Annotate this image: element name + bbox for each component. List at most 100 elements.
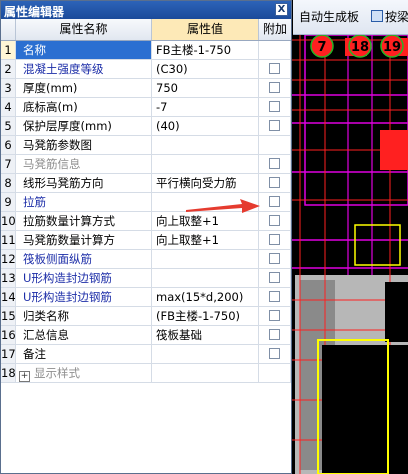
- attach-checkbox[interactable]: [269, 310, 280, 321]
- property-row[interactable]: 5 保护层厚度(mm) (40): [1, 117, 291, 136]
- attach-checkbox[interactable]: [269, 291, 280, 302]
- beam-icon: [371, 10, 383, 22]
- property-value[interactable]: [152, 250, 259, 268]
- property-name[interactable]: 名称: [16, 41, 152, 59]
- property-name[interactable]: 底标高(m): [16, 98, 152, 116]
- property-row[interactable]: 2 混凝土强度等级 (C30): [1, 60, 291, 79]
- property-value[interactable]: [152, 364, 259, 382]
- auto-generate-slab-button[interactable]: 自动生成板: [299, 8, 359, 25]
- property-row[interactable]: 17 备注: [1, 345, 291, 364]
- row-number: 12: [1, 250, 16, 268]
- property-row[interactable]: 6 马凳筋参数图: [1, 136, 291, 155]
- property-name[interactable]: 马凳筋信息: [16, 155, 152, 173]
- property-name[interactable]: 混凝土强度等级: [16, 60, 152, 78]
- attach-cell: [259, 231, 291, 249]
- property-value[interactable]: 筏板基础: [152, 326, 259, 344]
- property-name-label: 马凳筋数量计算方: [23, 233, 115, 247]
- attach-cell: [259, 250, 291, 268]
- property-name[interactable]: 拉筋数量计算方式: [16, 212, 152, 230]
- attach-cell: [259, 364, 291, 382]
- property-name[interactable]: U形构造封边钢筋: [16, 288, 152, 306]
- property-row[interactable]: 11 马凳筋数量计算方 向上取整+1: [1, 231, 291, 250]
- property-value[interactable]: [152, 345, 259, 363]
- row-number: 11: [1, 231, 16, 249]
- property-value[interactable]: max(15*d,200): [152, 288, 259, 306]
- property-value[interactable]: [152, 136, 259, 154]
- property-name[interactable]: 筏板侧面纵筋: [16, 250, 152, 268]
- property-name-label: U形构造封边钢筋: [23, 271, 112, 285]
- property-value[interactable]: 向上取整+1: [152, 231, 259, 249]
- expand-icon[interactable]: +: [19, 371, 30, 382]
- close-button[interactable]: X: [275, 3, 288, 16]
- property-name[interactable]: 归类名称: [16, 307, 152, 325]
- property-row[interactable]: 13 U形构造封边钢筋: [1, 269, 291, 288]
- attach-checkbox[interactable]: [269, 101, 280, 112]
- property-row[interactable]: 4 底标高(m) -7: [1, 98, 291, 117]
- property-name-label: 混凝土强度等级: [23, 62, 104, 76]
- grid-header: 属性名称 属性值 附加: [1, 19, 291, 41]
- attach-checkbox[interactable]: [269, 329, 280, 340]
- by-beam-label: 按梁: [385, 10, 408, 24]
- property-row[interactable]: 14 U形构造封边钢筋 max(15*d,200): [1, 288, 291, 307]
- close-icon: X: [277, 4, 286, 15]
- property-name-label: 保护层厚度(mm): [23, 119, 112, 133]
- attach-checkbox[interactable]: [269, 82, 280, 93]
- attach-checkbox[interactable]: [269, 196, 280, 207]
- property-row[interactable]: 12 筏板侧面纵筋: [1, 250, 291, 269]
- attach-checkbox[interactable]: [269, 348, 280, 359]
- axis-label: 7: [317, 40, 326, 55]
- property-value[interactable]: 平行横向受力筋: [152, 174, 259, 192]
- by-beam-button[interactable]: 按梁: [371, 8, 408, 25]
- property-name-label: 筏板侧面纵筋: [23, 252, 92, 266]
- property-name[interactable]: + 显示样式: [16, 364, 152, 382]
- property-name-label: 拉筋数量计算方式: [23, 214, 115, 228]
- row-number: 4: [1, 98, 16, 116]
- property-value[interactable]: (C30): [152, 60, 259, 78]
- property-value[interactable]: FB主楼-1-750: [152, 41, 259, 59]
- property-name[interactable]: U形构造封边钢筋: [16, 269, 152, 287]
- property-row[interactable]: 8 线形马凳筋方向 平行横向受力筋: [1, 174, 291, 193]
- property-name[interactable]: 拉筋: [16, 193, 152, 211]
- property-name-label: 马凳筋参数图: [23, 138, 92, 152]
- property-name[interactable]: 备注: [16, 345, 152, 363]
- property-row[interactable]: 16 汇总信息 筏板基础: [1, 326, 291, 345]
- property-name-label: 备注: [23, 347, 46, 361]
- property-row[interactable]: 15 归类名称 (FB主楼-1-750): [1, 307, 291, 326]
- property-name[interactable]: 马凳筋参数图: [16, 136, 152, 154]
- row-number: 16: [1, 326, 16, 344]
- attach-checkbox[interactable]: [269, 272, 280, 283]
- property-row[interactable]: 1 名称 FB主楼-1-750: [1, 41, 291, 60]
- main-toolbar: 自动生成板 按梁: [293, 0, 408, 35]
- property-name[interactable]: 线形马凳筋方向: [16, 174, 152, 192]
- property-name-label: 马凳筋信息: [23, 157, 81, 171]
- property-name[interactable]: 保护层厚度(mm): [16, 117, 152, 135]
- attach-checkbox[interactable]: [269, 120, 280, 131]
- attach-cell: [259, 269, 291, 287]
- title-bar[interactable]: 属性编辑器 X: [1, 1, 291, 19]
- property-row[interactable]: 18 + 显示样式: [1, 364, 291, 383]
- red-arrow-annotation: [186, 199, 260, 213]
- attach-checkbox[interactable]: [269, 158, 280, 169]
- property-name[interactable]: 厚度(mm): [16, 79, 152, 97]
- attach-checkbox[interactable]: [269, 234, 280, 245]
- property-name[interactable]: 汇总信息: [16, 326, 152, 344]
- attach-checkbox[interactable]: [269, 215, 280, 226]
- row-number: 15: [1, 307, 16, 325]
- property-row[interactable]: 3 厚度(mm) 750: [1, 79, 291, 98]
- row-number: 8: [1, 174, 16, 192]
- attach-checkbox[interactable]: [269, 63, 280, 74]
- property-value[interactable]: (40): [152, 117, 259, 135]
- property-row[interactable]: 7 马凳筋信息: [1, 155, 291, 174]
- property-value[interactable]: [152, 155, 259, 173]
- property-value[interactable]: 750: [152, 79, 259, 97]
- axis-label: 18: [351, 40, 369, 55]
- property-value[interactable]: -7: [152, 98, 259, 116]
- property-value[interactable]: [152, 269, 259, 287]
- header-value: 属性值: [152, 19, 259, 40]
- property-name-label: 归类名称: [23, 309, 69, 323]
- attach-checkbox[interactable]: [269, 177, 280, 188]
- property-name[interactable]: 马凳筋数量计算方: [16, 231, 152, 249]
- attach-cell: [259, 98, 291, 116]
- property-value[interactable]: (FB主楼-1-750): [152, 307, 259, 325]
- attach-checkbox[interactable]: [269, 253, 280, 264]
